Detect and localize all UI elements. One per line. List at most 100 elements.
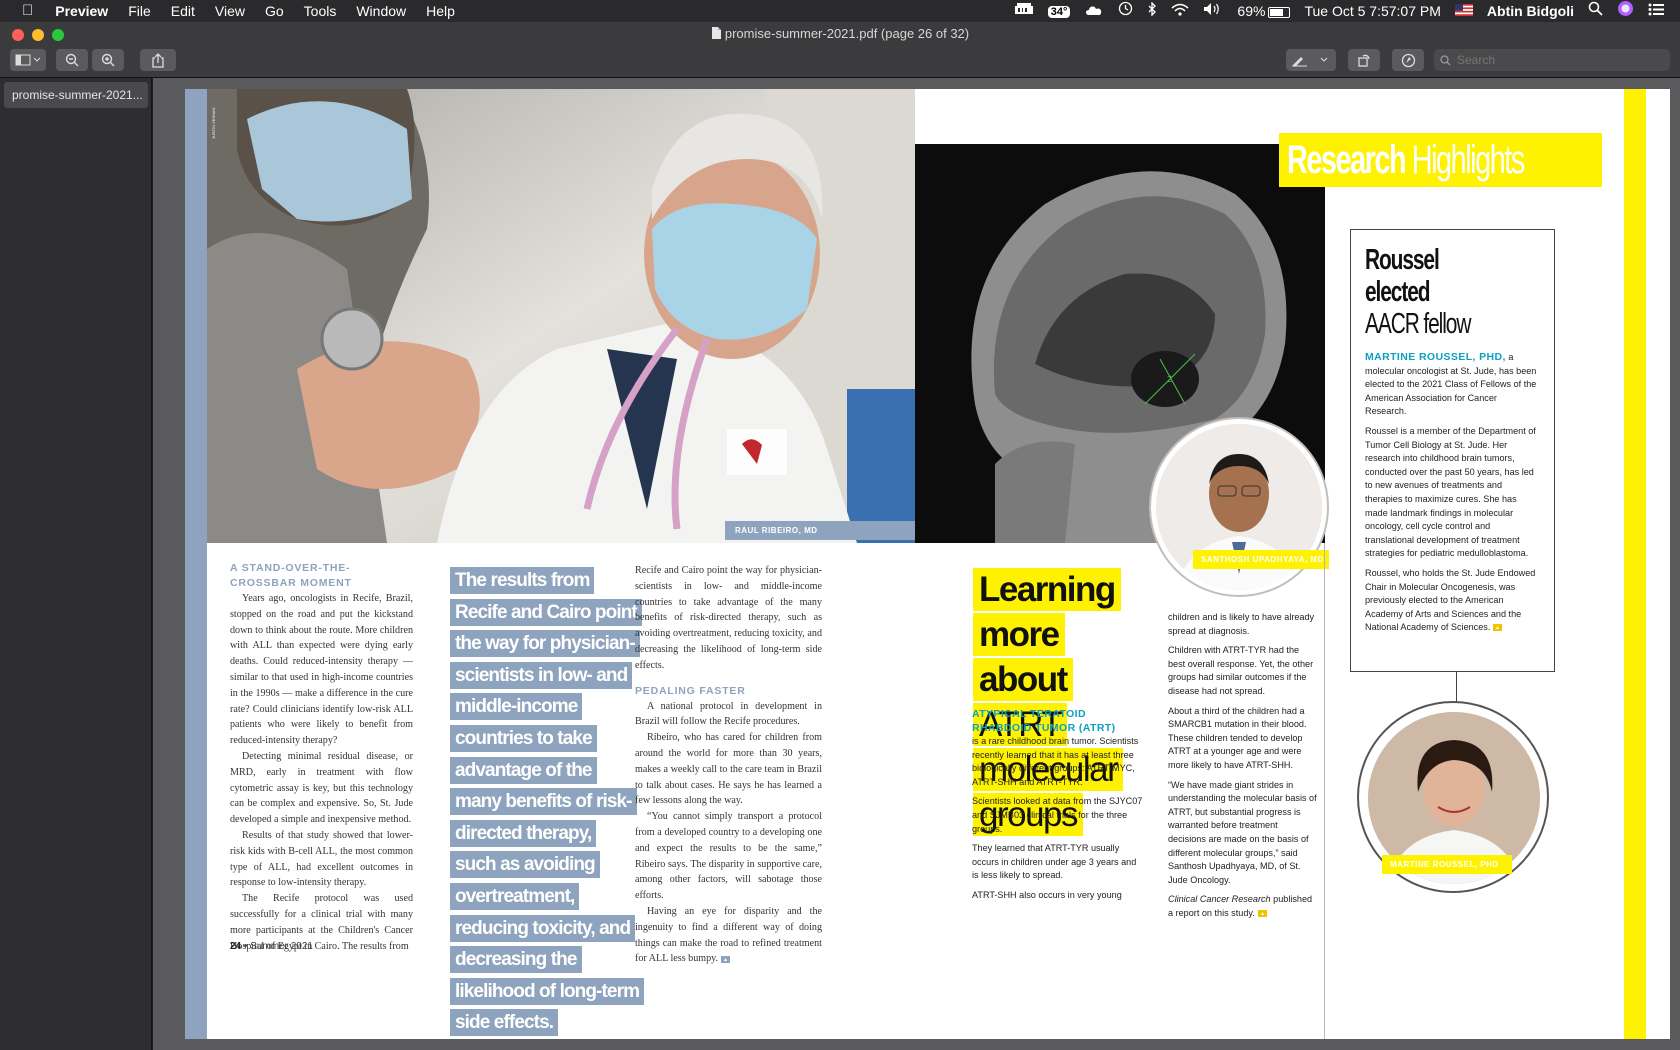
battery-status[interactable]: 69% — [1230, 0, 1297, 22]
atrt-paragraph: is a rare childhood brain tumor. Scienti… — [972, 736, 1139, 787]
pull-quote-emphasis: such as avoiding overtreatment, reducing… — [450, 851, 645, 1037]
col3-paragraph: Recife and Cairo point the way for physi… — [635, 565, 822, 671]
mri-measure-label: 2 — [1167, 374, 1172, 384]
wifi-icon[interactable] — [1164, 0, 1196, 22]
search-input[interactable] — [1457, 53, 1657, 67]
ribeiro-caption: RAUL RIBEIRO, MD — [725, 521, 915, 540]
page-number: 24 — [230, 941, 242, 952]
roussel-lead: MARTINE ROUSSEL, PHD, — [1365, 351, 1506, 363]
markup-pen-button[interactable] — [1286, 49, 1336, 71]
atrt-paragraph: Scientists looked at data from the SJYC0… — [972, 796, 1143, 834]
barcode-app-icon[interactable] — [1007, 0, 1041, 22]
roussel-connector-line — [1456, 672, 1457, 702]
research-highlights-banner: Research Highlights — [1279, 133, 1602, 187]
zoom-out-button[interactable] — [56, 49, 88, 71]
status-area: 34° 69% Tue Oct 5 7:57:07 PM Abtin Bidgo… — [1007, 0, 1680, 22]
rotate-button[interactable] — [1348, 49, 1380, 71]
thumbnail-sidebar: promise-summer-2021... — [0, 78, 152, 1050]
zoom-in-icon — [101, 53, 115, 67]
col3-paragraph: Having an eye for disparity and the inge… — [635, 904, 822, 967]
atrt-paragraph: Children with ATRT-TYR had the best over… — [1168, 645, 1314, 696]
roussel-title-line: elected — [1365, 276, 1430, 308]
window-title: promise-summer-2021.pdf (page 26 of 32) — [0, 26, 1680, 41]
left-page-color-bar — [185, 89, 207, 1039]
menu-edit[interactable]: Edit — [161, 0, 205, 22]
battery-icon — [1268, 6, 1291, 18]
roussel-paragraph: Roussel is a member of the Department of… — [1365, 425, 1536, 559]
battery-percent: 69% — [1237, 3, 1266, 19]
end-of-story-icon — [721, 955, 731, 963]
time-machine-icon[interactable] — [1111, 0, 1140, 22]
roussel-paragraph: MARTINE ROUSSEL, PHD, a molecular oncolo… — [1365, 350, 1540, 419]
share-icon — [152, 52, 164, 68]
input-source-flag-icon[interactable] — [1448, 0, 1480, 22]
rotate-icon — [1358, 54, 1370, 67]
window-toolbar: promise-summer-2021.pdf (page 26 of 32) — [0, 22, 1680, 78]
title-line: Learning — [973, 568, 1121, 611]
issue-label: Summer 2021 — [250, 941, 313, 952]
markup-toolbar-button[interactable] — [1392, 49, 1424, 71]
col3-paragraph: A national protocol in development in Br… — [635, 700, 822, 728]
apple-menu-icon[interactable]:  — [0, 0, 45, 22]
menu-app-preview[interactable]: Preview — [45, 0, 118, 22]
volume-icon[interactable] — [1196, 0, 1230, 22]
end-of-story-icon — [1257, 909, 1267, 917]
roussel-sidebar-box: Roussel elected AACR fellow MARTINE ROUS… — [1350, 229, 1555, 672]
pen-icon — [1292, 57, 1328, 67]
upadhyaya-portrait — [1149, 417, 1329, 597]
roussel-title: Roussel elected AACR fellow — [1365, 244, 1545, 340]
roussel-p3-text: Roussel, who holds the St. Jude Endowed … — [1365, 567, 1536, 633]
share-button[interactable] — [140, 49, 176, 71]
bluetooth-icon[interactable] — [1140, 0, 1164, 22]
atrt-paragraph: Clinical Cancer Research published a rep… — [1168, 893, 1318, 920]
menu-window[interactable]: Window — [346, 0, 416, 22]
sidebar-toggle-button[interactable] — [10, 49, 46, 71]
menu-go[interactable]: Go — [255, 0, 294, 22]
sidebar-icon — [15, 54, 41, 66]
photo-credit: JUSTIN VESHAN — [211, 107, 216, 139]
clock[interactable]: Tue Oct 5 7:57:07 PM — [1297, 0, 1447, 22]
document-viewport[interactable]: JUSTIN VESHAN RAUL RIBEIRO, MD A STAND-O… — [153, 78, 1680, 1050]
roussel-body: MARTINE ROUSSEL, PHD, a molecular oncolo… — [1365, 350, 1540, 635]
spotlight-search-icon[interactable] — [1581, 0, 1610, 22]
banner-light-word: Highlights — [1411, 138, 1526, 182]
roussel-caption: MARTINE ROUSSEL, PHD — [1382, 855, 1512, 874]
roussel-paragraph: Roussel, who holds the St. Jude Endowed … — [1365, 567, 1540, 635]
doctor-patient-photo-illustration — [207, 89, 915, 543]
section-subhead-pedaling: PEDALING FASTER — [635, 684, 746, 697]
cloud-icon[interactable] — [1077, 0, 1111, 22]
page-divider — [1324, 543, 1325, 1039]
pull-quote: The results from Recife and Cairo point … — [450, 565, 645, 1039]
atrt-column-2: children and is likely to have already s… — [1168, 611, 1318, 926]
atrt-paragraph: ATRT-SHH also occurs in very young — [972, 889, 1122, 900]
article-column-1: A STAND-OVER-THE-CROSSBAR MOMENT Years a… — [230, 561, 413, 954]
atrt-column-1: ATYPICAL TERATOID RHABDOID TUMOR (ATRT) … — [972, 707, 1144, 909]
col3-paragraph: “You cannot simply transport a protocol … — [635, 811, 822, 902]
menu-tools[interactable]: Tools — [294, 0, 347, 22]
atrt-subhead: ATYPICAL TERATOID RHABDOID TUMOR (ATRT) — [972, 708, 1116, 734]
article-column-3: Recife and Cairo point the way for physi… — [635, 563, 822, 967]
atrt-paragraph: About a third of the children had a SMAR… — [1168, 705, 1307, 770]
menu-file[interactable]: File — [118, 0, 161, 22]
window-title-text: promise-summer-2021.pdf (page 26 of 32) — [724, 26, 970, 41]
upadhyaya-caption: SANTHOSH UPADHYAYA, MD — [1193, 550, 1329, 569]
menu-help[interactable]: Help — [416, 0, 465, 22]
zoom-in-button[interactable] — [92, 49, 124, 71]
notification-center-icon[interactable] — [1641, 0, 1680, 22]
markup-icon — [1401, 53, 1415, 67]
title-line: more about — [973, 613, 1073, 701]
atrt-paragraph: They learned that ATRT-TYR usually occur… — [972, 843, 1137, 881]
siri-icon[interactable] — [1610, 0, 1641, 23]
pull-quote-main: The results from Recife and Cairo point … — [450, 567, 642, 847]
section-subhead-crossbar: A STAND-OVER-THE-CROSSBAR MOMENT — [230, 562, 352, 589]
user-name[interactable]: Abtin Bidgoli — [1480, 0, 1581, 22]
page-footer: 24 • Summer 2021 — [230, 941, 313, 952]
atrt-paragraph: “We have made giant strides in understan… — [1168, 779, 1317, 885]
pdf-page-spread: JUSTIN VESHAN RAUL RIBEIRO, MD A STAND-O… — [185, 89, 1670, 1039]
weather-widget[interactable]: 34° — [1041, 0, 1078, 23]
search-field[interactable] — [1434, 49, 1670, 71]
menu-view[interactable]: View — [205, 0, 255, 22]
roussel-title-line: Roussel — [1365, 244, 1440, 276]
zoom-out-icon — [65, 53, 79, 67]
sidebar-document-item[interactable]: promise-summer-2021... — [4, 82, 148, 108]
